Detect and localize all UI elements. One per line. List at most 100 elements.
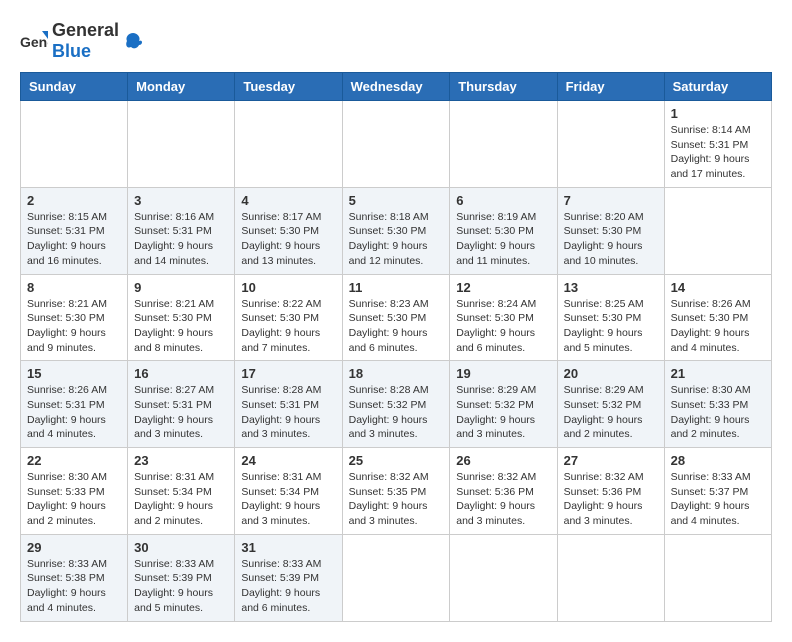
day-cell-19: 19 Sunrise: 8:29 AMSunset: 5:32 PMDayligh… [450, 361, 557, 448]
day-cell-2: 2 Sunrise: 8:15 AMSunset: 5:31 PMDaylight… [21, 187, 128, 274]
day-number: 19 [456, 366, 550, 381]
day-cell-6: 6Sunrise: 8:19 AMSunset: 5:30 PMDaylight… [450, 187, 557, 274]
day-info: Sunrise: 8:32 AMSunset: 5:36 PMDaylight:… [564, 470, 658, 529]
day-number: 29 [27, 540, 121, 555]
logo-general-text: General [52, 20, 119, 40]
day-info: Sunrise: 8:31 AMSunset: 5:34 PMDaylight:… [241, 470, 335, 529]
calendar-week-3: 8 Sunrise: 8:21 AMSunset: 5:30 PMDaylight… [21, 274, 772, 361]
calendar-header-saturday: Saturday [664, 73, 771, 101]
logo: General General Blue [20, 20, 143, 62]
calendar-week-2: 2 Sunrise: 8:15 AMSunset: 5:31 PMDaylight… [21, 187, 772, 274]
day-cell-1: 1Sunrise: 8:14 AMSunset: 5:31 PMDaylight… [664, 101, 771, 188]
day-number: 18 [349, 366, 444, 381]
calendar-header-friday: Friday [557, 73, 664, 101]
day-cell-30: 30 Sunrise: 8:33 AMSunset: 5:39 PMDayligh… [128, 534, 235, 621]
day-cell-22: 22Sunrise: 8:30 AMSunset: 5:33 PMDayligh… [21, 448, 128, 535]
day-info: Sunrise: 8:23 AMSunset: 5:30 PMDaylight:… [349, 297, 444, 356]
day-number: 30 [134, 540, 228, 555]
empty-cell [557, 534, 664, 621]
day-info: Sunrise: 8:29 AMSunset: 5:32 PMDaylight:… [456, 383, 550, 442]
day-info: Sunrise: 8:19 AMSunset: 5:30 PMDaylight:… [456, 210, 550, 269]
empty-cell [450, 101, 557, 188]
day-info: Sunrise: 8:22 AMSunset: 5:30 PMDaylight:… [241, 297, 335, 356]
calendar-week-5: 22Sunrise: 8:30 AMSunset: 5:33 PMDayligh… [21, 448, 772, 535]
day-number: 20 [564, 366, 658, 381]
day-info: Sunrise: 8:28 AMSunset: 5:32 PMDaylight:… [349, 383, 444, 442]
day-cell-27: 27Sunrise: 8:32 AMSunset: 5:36 PMDayligh… [557, 448, 664, 535]
day-number: 25 [349, 453, 444, 468]
day-number: 4 [241, 193, 335, 208]
day-info: Sunrise: 8:27 AMSunset: 5:31 PMDaylight:… [134, 383, 228, 442]
day-info: Sunrise: 8:18 AMSunset: 5:30 PMDaylight:… [349, 210, 444, 269]
calendar-header-row: SundayMondayTuesdayWednesdayThursdayFrid… [21, 73, 772, 101]
day-cell-12: 12Sunrise: 8:24 AMSunset: 5:30 PMDayligh… [450, 274, 557, 361]
day-cell-21: 21Sunrise: 8:30 AMSunset: 5:33 PMDayligh… [664, 361, 771, 448]
day-info: Sunrise: 8:20 AMSunset: 5:30 PMDaylight:… [564, 210, 658, 269]
day-number: 2 [27, 193, 121, 208]
day-number: 16 [134, 366, 228, 381]
day-cell-10: 10 Sunrise: 8:22 AMSunset: 5:30 PMDayligh… [235, 274, 342, 361]
day-info: Sunrise: 8:28 AMSunset: 5:31 PMDaylight:… [241, 383, 335, 442]
calendar-week-4: 15Sunrise: 8:26 AMSunset: 5:31 PMDayligh… [21, 361, 772, 448]
calendar-week-1: 1Sunrise: 8:14 AMSunset: 5:31 PMDaylight… [21, 101, 772, 188]
day-number: 9 [134, 280, 228, 295]
day-number: 24 [241, 453, 335, 468]
logo-icon: General [20, 27, 48, 55]
day-number: 8 [27, 280, 121, 295]
day-cell-31: 31Sunrise: 8:33 AMSunset: 5:39 PMDayligh… [235, 534, 342, 621]
day-info: Sunrise: 8:33 AMSunset: 5:39 PMDaylight:… [241, 557, 335, 616]
empty-cell [342, 534, 450, 621]
day-cell-24: 24 Sunrise: 8:31 AMSunset: 5:34 PMDayligh… [235, 448, 342, 535]
day-cell-29: 29 Sunrise: 8:33 AMSunset: 5:38 PMDayligh… [21, 534, 128, 621]
empty-cell [342, 101, 450, 188]
day-number: 23 [134, 453, 228, 468]
day-number: 14 [671, 280, 765, 295]
empty-cell [664, 534, 771, 621]
day-cell-4: 4 Sunrise: 8:17 AMSunset: 5:30 PMDaylight… [235, 187, 342, 274]
day-info: Sunrise: 8:32 AMSunset: 5:35 PMDaylight:… [349, 470, 444, 529]
day-info: Sunrise: 8:17 AMSunset: 5:30 PMDaylight:… [241, 210, 335, 269]
day-info: Sunrise: 8:16 AMSunset: 5:31 PMDaylight:… [134, 210, 228, 269]
calendar-header-monday: Monday [128, 73, 235, 101]
empty-cell [21, 101, 128, 188]
day-cell-23: 23 Sunrise: 8:31 AMSunset: 5:34 PMDayligh… [128, 448, 235, 535]
day-info: Sunrise: 8:24 AMSunset: 5:30 PMDaylight:… [456, 297, 550, 356]
day-info: Sunrise: 8:21 AMSunset: 5:30 PMDaylight:… [134, 297, 228, 356]
day-cell-3: 3 Sunrise: 8:16 AMSunset: 5:31 PMDaylight… [128, 187, 235, 274]
day-cell-16: 16 Sunrise: 8:27 AMSunset: 5:31 PMDayligh… [128, 361, 235, 448]
day-info: Sunrise: 8:33 AMSunset: 5:39 PMDaylight:… [134, 557, 228, 616]
empty-cell [128, 101, 235, 188]
day-info: Sunrise: 8:29 AMSunset: 5:32 PMDaylight:… [564, 383, 658, 442]
day-number: 13 [564, 280, 658, 295]
day-cell-14: 14Sunrise: 8:26 AMSunset: 5:30 PMDayligh… [664, 274, 771, 361]
day-number: 10 [241, 280, 335, 295]
day-number: 5 [349, 193, 444, 208]
logo-blue-text: Blue [52, 41, 91, 61]
day-cell-5: 5 Sunrise: 8:18 AMSunset: 5:30 PMDaylight… [342, 187, 450, 274]
day-number: 3 [134, 193, 228, 208]
calendar-header-tuesday: Tuesday [235, 73, 342, 101]
day-info: Sunrise: 8:33 AMSunset: 5:38 PMDaylight:… [27, 557, 121, 616]
calendar-header-thursday: Thursday [450, 73, 557, 101]
day-cell-18: 18 Sunrise: 8:28 AMSunset: 5:32 PMDayligh… [342, 361, 450, 448]
day-number: 7 [564, 193, 658, 208]
day-number: 26 [456, 453, 550, 468]
svg-text:General: General [20, 34, 48, 50]
calendar-week-6: 29 Sunrise: 8:33 AMSunset: 5:38 PMDayligh… [21, 534, 772, 621]
day-info: Sunrise: 8:15 AMSunset: 5:31 PMDaylight:… [27, 210, 121, 269]
day-number: 15 [27, 366, 121, 381]
empty-cell [450, 534, 557, 621]
day-cell-7: 7 Sunrise: 8:20 AMSunset: 5:30 PMDaylight… [557, 187, 664, 274]
day-info: Sunrise: 8:30 AMSunset: 5:33 PMDaylight:… [671, 383, 765, 442]
day-number: 22 [27, 453, 121, 468]
day-number: 11 [349, 280, 444, 295]
day-info: Sunrise: 8:31 AMSunset: 5:34 PMDaylight:… [134, 470, 228, 529]
calendar-header-wednesday: Wednesday [342, 73, 450, 101]
day-cell-11: 11 Sunrise: 8:23 AMSunset: 5:30 PMDayligh… [342, 274, 450, 361]
empty-cell [235, 101, 342, 188]
day-info: Sunrise: 8:25 AMSunset: 5:30 PMDaylight:… [564, 297, 658, 356]
day-info: Sunrise: 8:14 AMSunset: 5:31 PMDaylight:… [671, 123, 765, 182]
page-header: General General Blue [20, 20, 772, 62]
day-cell-8: 8Sunrise: 8:21 AMSunset: 5:30 PMDaylight… [21, 274, 128, 361]
day-number: 28 [671, 453, 765, 468]
